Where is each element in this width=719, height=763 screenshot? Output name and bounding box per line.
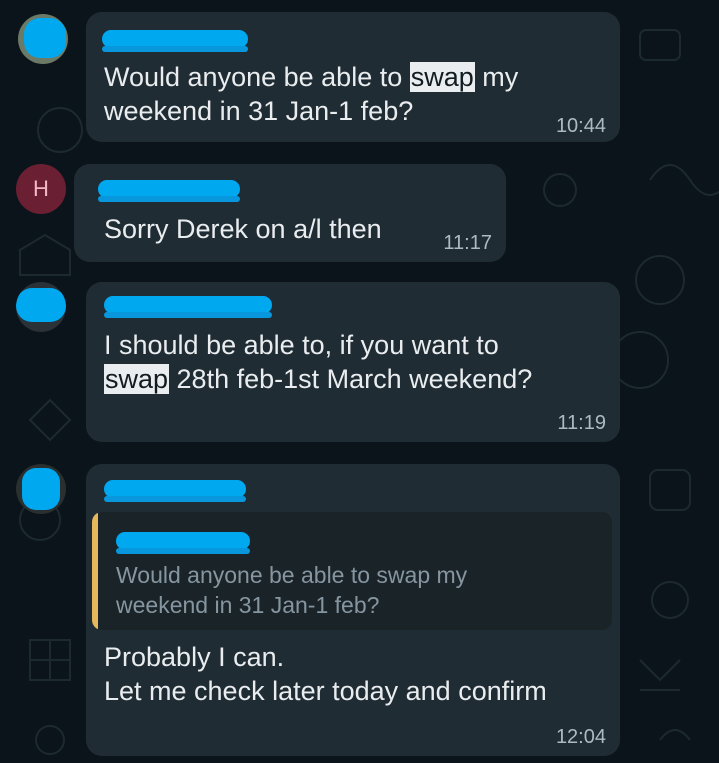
message-text: Would anyone be able to swap my weekend … (104, 62, 519, 126)
sender-avatar[interactable] (16, 282, 66, 332)
redacted-sender-name (104, 480, 246, 502)
quoted-message[interactable]: Would anyone be able to swap my weekend … (92, 512, 612, 630)
message-bubble[interactable]: Would anyone be able to swap my weekend … (86, 464, 620, 756)
message-time: 11:19 (557, 412, 606, 434)
redaction-mark (22, 468, 60, 510)
message-text: I should be able to, if you want to swap… (104, 330, 533, 394)
quote-accent-bar (92, 512, 98, 630)
sender-avatar-letter[interactable]: H (16, 164, 66, 214)
message-bubble[interactable]: Would anyone be able to swap my weekend … (86, 12, 620, 142)
redacted-sender-name (102, 30, 248, 52)
search-highlight: swap (104, 364, 170, 394)
message-time: 11:17 (443, 232, 492, 254)
message-time: 12:04 (555, 726, 606, 748)
search-highlight: swap (409, 62, 475, 92)
redacted-quote-sender (116, 532, 250, 554)
message-bubble[interactable]: Sorry Derek on a/l then 11:17 (74, 164, 506, 262)
redacted-sender-name (104, 296, 272, 318)
sender-avatar[interactable] (18, 14, 68, 64)
redaction-mark (16, 288, 66, 322)
message-bubble[interactable]: I should be able to, if you want to swap… (86, 282, 620, 442)
sender-avatar[interactable] (16, 464, 66, 514)
quoted-text: Would anyone be able to swap my weekend … (116, 562, 468, 618)
redaction-mark (24, 18, 66, 58)
redacted-sender-name (98, 180, 240, 202)
message-text: Probably I can. Let me check later today… (104, 642, 547, 706)
message-text: Sorry Derek on a/l then (104, 214, 382, 244)
message-time: 10:44 (555, 115, 606, 137)
